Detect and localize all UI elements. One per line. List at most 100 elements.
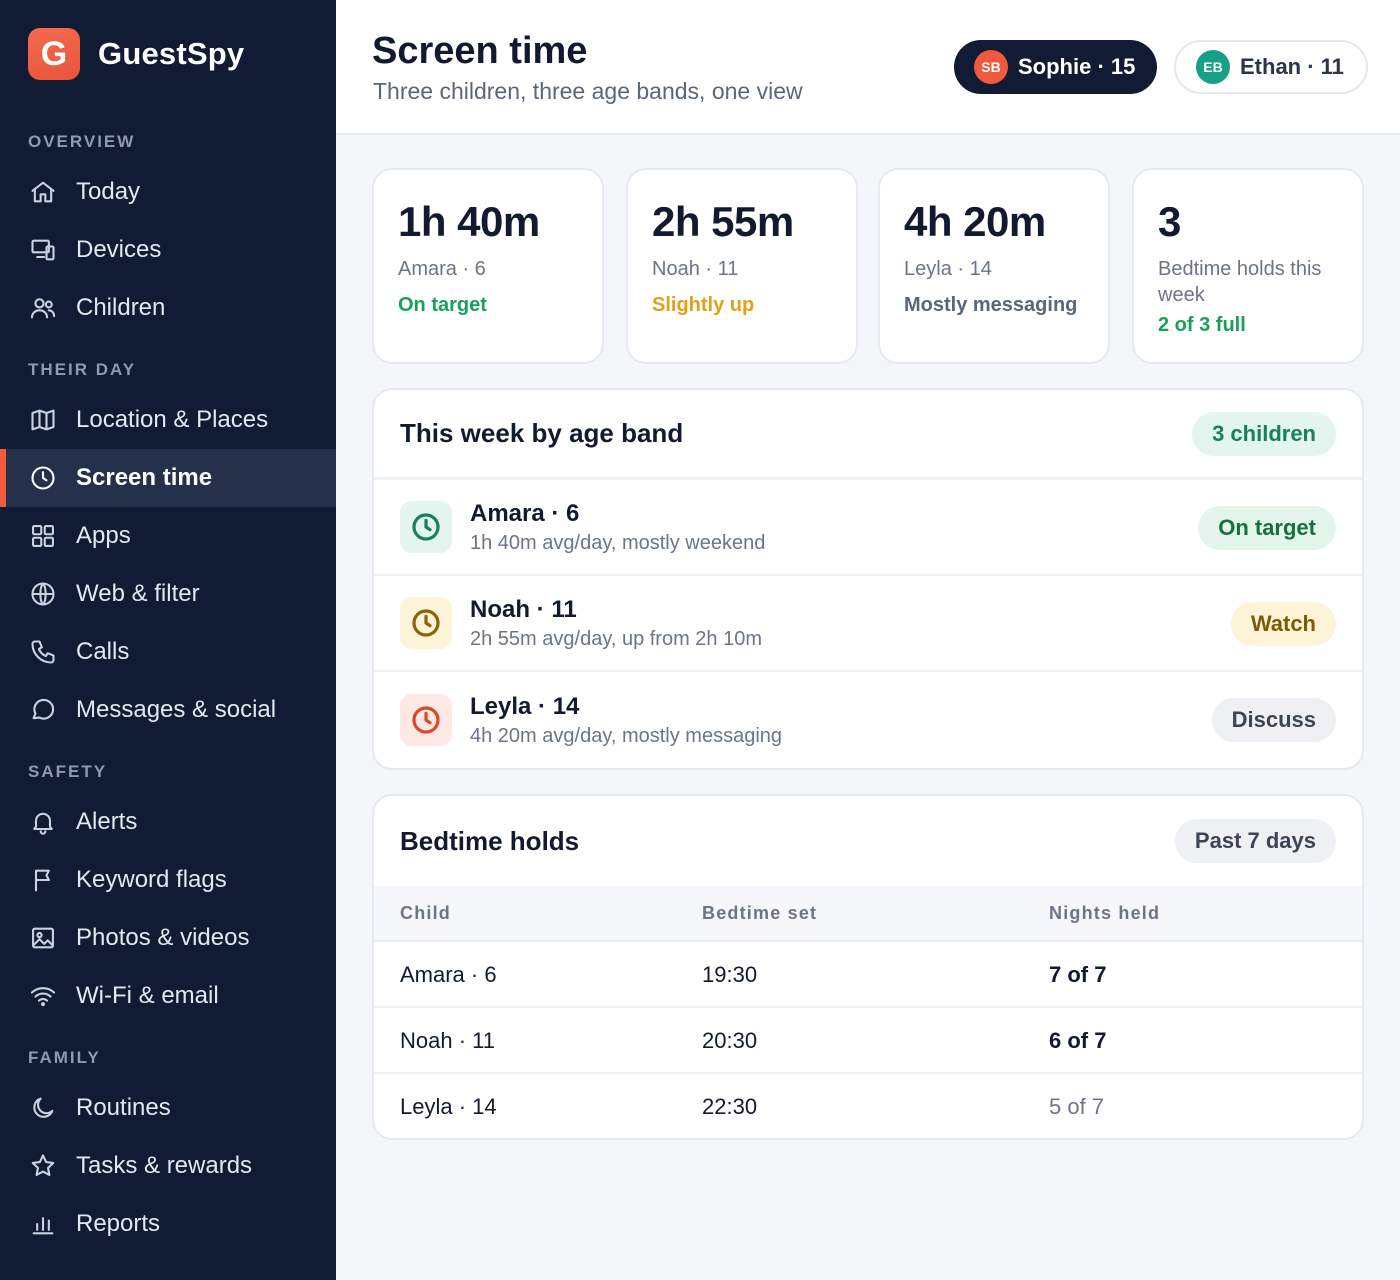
bell-icon (28, 807, 58, 837)
cell-child: Leyla · 14 (400, 1094, 497, 1119)
status-badge: On target (1198, 506, 1336, 550)
stat-label: Bedtime holds this week (1158, 258, 1322, 306)
profile-label: Sophie · 15 (1018, 54, 1136, 79)
section-label-family: FAMILY (28, 1048, 101, 1067)
sidebar-item-photos[interactable]: Photos & videos (0, 909, 336, 967)
sidebar-item-routines[interactable]: Routines (0, 1079, 336, 1137)
star-icon (28, 1151, 58, 1181)
stat-value: 4h 20m (904, 198, 1046, 245)
sidebar-item-messages[interactable]: Messages & social (0, 681, 336, 739)
list-item[interactable]: Noah · 11 2h 55m avg/day, up from 2h 10m… (374, 576, 1362, 672)
children-count-badge: 3 children (1192, 411, 1336, 456)
sidebar-item-today[interactable]: Today (0, 163, 336, 221)
cell-nights: 5 of 7 (1049, 1094, 1105, 1119)
stat-value: 3 (1158, 198, 1181, 245)
clock-icon (400, 597, 452, 649)
devices-icon (28, 235, 58, 265)
bar-chart-icon (28, 1209, 58, 1239)
grid-icon (28, 521, 58, 551)
stat-status: 2 of 3 full (1158, 314, 1246, 336)
flag-icon (28, 865, 58, 895)
moon-icon (28, 1093, 58, 1123)
stat-card-noah[interactable]: 2h 55m Noah · 11 Slightly up (626, 168, 858, 364)
stat-label: Amara · 6 (398, 258, 486, 280)
cell-bedtime: 20:30 (702, 1028, 758, 1053)
profile-pill-ethan[interactable]: EB Ethan · 11 (1174, 40, 1368, 94)
stat-card-amara[interactable]: 1h 40m Amara · 6 On target (372, 168, 604, 364)
table-row[interactable]: Amara · 6 19:30 7 of 7 (374, 942, 1362, 1008)
cell-nights: 6 of 7 (1049, 1028, 1107, 1053)
page-subtitle: Three children, three age bands, one vie… (373, 78, 803, 104)
sidebar-item-label: Screen time (76, 464, 213, 491)
brand[interactable]: G GuestSpy (28, 28, 244, 80)
sidebar-item-label: Today (76, 178, 141, 205)
sidebar-item-wifi-email[interactable]: Wi-Fi & email (0, 967, 336, 1025)
column-header: Child (400, 902, 451, 923)
phone-icon (28, 637, 58, 667)
list-item[interactable]: Leyla · 14 4h 20m avg/day, mostly messag… (374, 672, 1362, 768)
section-label-overview: OVERVIEW (28, 132, 136, 151)
age-band-panel: This week by age band 3 children Amara ·… (372, 388, 1364, 770)
sidebar-item-tasks[interactable]: Tasks & rewards (0, 1137, 336, 1195)
sidebar-item-label: Web & filter (76, 580, 200, 607)
clock-icon (400, 501, 452, 553)
sidebar-item-screen-time[interactable]: Screen time (0, 449, 336, 507)
child-summary: 2h 55m avg/day, up from 2h 10m (470, 627, 763, 650)
brand-logo: G (28, 28, 80, 80)
list-item[interactable]: Amara · 6 1h 40m avg/day, mostly weekend… (374, 480, 1362, 576)
globe-icon (28, 579, 58, 609)
stat-label: Noah · 11 (652, 258, 739, 280)
status-badge: Discuss (1211, 698, 1336, 742)
page-header: Screen time Three children, three age ba… (336, 0, 1400, 135)
panel-title: Bedtime holds (400, 825, 580, 856)
sidebar-item-label: Tasks & rewards (76, 1152, 253, 1179)
sidebar-item-web-filter[interactable]: Web & filter (0, 565, 336, 623)
stat-card-bedtime-holds[interactable]: 3 Bedtime holds this week 2 of 3 full (1132, 168, 1364, 364)
sidebar-item-label: Keyword flags (76, 866, 227, 893)
sidebar-item-children[interactable]: Children (0, 279, 336, 337)
sidebar-item-label: Wi-Fi & email (76, 982, 219, 1009)
column-header: Nights held (1049, 902, 1161, 923)
stat-card-leyla[interactable]: 4h 20m Leyla · 14 Mostly messaging (878, 168, 1110, 364)
stat-value: 2h 55m (652, 198, 794, 245)
period-badge[interactable]: Past 7 days (1174, 819, 1336, 863)
panel-header: This week by age band 3 children (374, 390, 1362, 480)
image-icon (28, 923, 58, 953)
chat-icon (28, 695, 58, 725)
panel-title: This week by age band (400, 418, 684, 448)
panel-header: Bedtime holds Past 7 days (374, 796, 1362, 886)
sidebar-item-label: Alerts (76, 808, 138, 835)
page-title: Screen time (372, 30, 588, 72)
bedtime-holds-panel: Bedtime holds Past 7 days Child Bedtime … (372, 794, 1364, 1140)
sidebar-item-reports[interactable]: Reports (0, 1195, 336, 1253)
cell-bedtime: 22:30 (702, 1094, 758, 1119)
sidebar-item-apps[interactable]: Apps (0, 507, 336, 565)
table-header: Child Bedtime set Nights held (374, 886, 1362, 942)
stat-status: Mostly messaging (904, 294, 1078, 316)
avatar: EB (1196, 50, 1230, 84)
table-row[interactable]: Noah · 11 20:30 6 of 7 (374, 1008, 1362, 1074)
map-icon (28, 405, 58, 435)
users-icon (28, 293, 58, 323)
profile-pill-sophie[interactable]: SB Sophie · 15 (954, 40, 1158, 94)
cell-child: Noah · 11 (400, 1028, 495, 1053)
stat-label: Leyla · 14 (904, 258, 992, 280)
child-name: Leyla · 14 (470, 692, 580, 720)
sidebar-item-label: Apps (76, 522, 131, 549)
sidebar: G GuestSpy OVERVIEW Today Devices Childr… (0, 0, 336, 1280)
sidebar-item-keyword-flags[interactable]: Keyword flags (0, 851, 336, 909)
child-name: Amara · 6 (470, 499, 580, 527)
sidebar-item-location[interactable]: Location & Places (0, 391, 336, 449)
sidebar-item-label: Photos & videos (76, 924, 250, 951)
sidebar-item-label: Location & Places (76, 406, 269, 433)
stat-status: On target (398, 294, 487, 316)
profile-label: Ethan · 11 (1240, 54, 1344, 79)
sidebar-item-alerts[interactable]: Alerts (0, 793, 336, 851)
sidebar-item-devices[interactable]: Devices (0, 221, 336, 279)
table-row[interactable]: Leyla · 14 22:30 5 of 7 (374, 1074, 1362, 1138)
sidebar-item-label: Children (76, 294, 166, 321)
child-summary: 4h 20m avg/day, mostly messaging (470, 724, 783, 747)
sidebar-item-label: Messages & social (76, 696, 277, 723)
sidebar-item-calls[interactable]: Calls (0, 623, 336, 681)
section-label-safety: SAFETY (28, 762, 108, 781)
